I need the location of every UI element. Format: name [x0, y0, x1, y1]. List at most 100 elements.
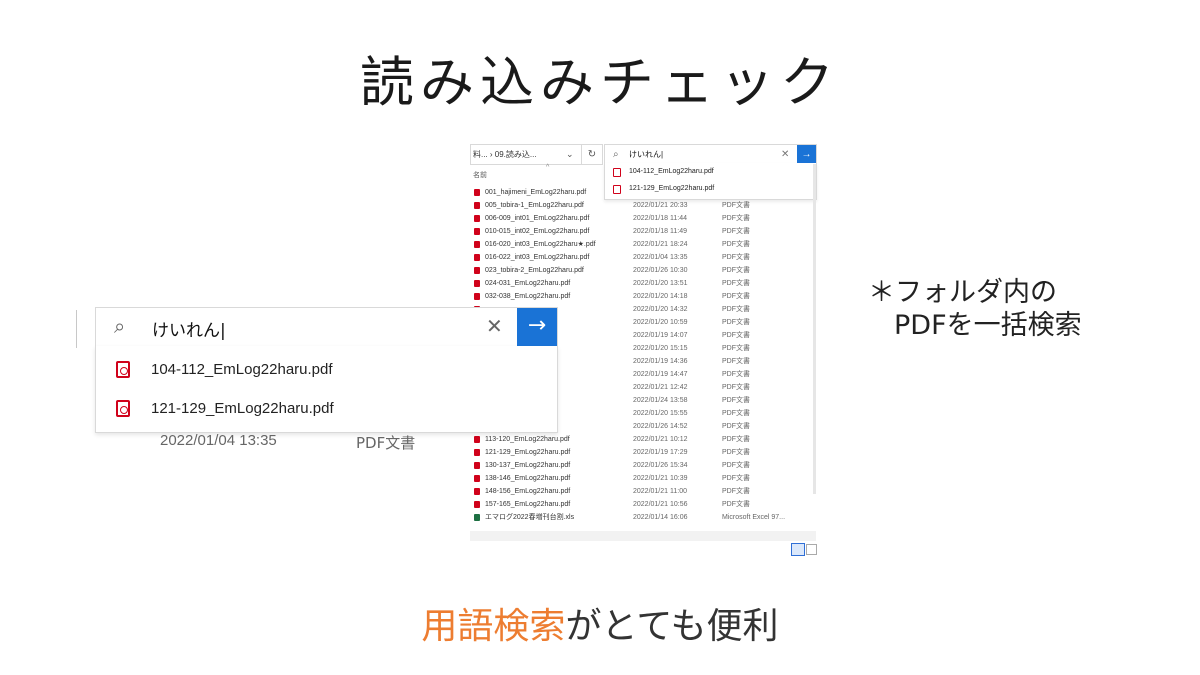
file-date: 2022/01/19 17:29: [633, 449, 688, 456]
file-date: 2022/01/20 15:55: [633, 410, 688, 417]
file-name: 130-137_EmLog22haru.pdf: [485, 462, 571, 469]
file-date: 2022/01/21 12:42: [633, 384, 688, 391]
file-row[interactable]: 023_tobira-2_EmLog22haru.pdf 2022/01/26 1…: [470, 264, 816, 277]
note-line-2: PDFを一括検索: [894, 310, 1082, 341]
close-icon[interactable]: ✕: [486, 314, 503, 338]
file-row[interactable]: 148-156_EmLog22haru.pdf 2022/01/21 11:00 P…: [470, 485, 816, 498]
file-date: 2022/01/26 14:52: [633, 423, 688, 430]
note-line-1: ＊フォルダ内の: [868, 277, 1057, 308]
file-type: PDF文書: [722, 371, 750, 378]
horizontal-scrollbar[interactable]: [470, 531, 816, 541]
zoomed-result-label: 121-129_EmLog22haru.pdf: [151, 400, 334, 417]
close-icon[interactable]: ✕: [781, 145, 789, 164]
file-date: 2022/01/26 15:34: [633, 462, 688, 469]
file-type: PDF文書: [722, 436, 750, 443]
bottom-caption: 用語検索がとても便利: [0, 597, 1200, 649]
column-header-name[interactable]: 名前: [473, 170, 487, 180]
file-date: 2022/01/20 14:18: [633, 293, 688, 300]
file-row[interactable]: 121-129_EmLog22haru.pdf 2022/01/19 17:29 P…: [470, 446, 816, 459]
slide-title: 読み込みチェック: [360, 51, 840, 114]
file-date: 2022/01/24 13:58: [633, 397, 688, 404]
file-date: 2022/01/19 14:47: [633, 371, 688, 378]
file-date: 2022/01/21 20:33: [633, 202, 688, 209]
file-type: PDF文書: [722, 488, 750, 495]
file-name: 010-015_int02_EmLog22haru.pdf: [485, 228, 590, 235]
file-type: PDF文書: [722, 358, 750, 365]
sort-up-icon: ^: [546, 164, 550, 171]
pdf-file-icon: [474, 254, 480, 261]
zoomed-result-label: 104-112_EmLog22haru.pdf: [151, 361, 333, 378]
refresh-icon[interactable]: ↻: [581, 145, 602, 164]
arrow-right-icon[interactable]: →: [517, 308, 557, 346]
caption-highlight: 用語検索: [421, 606, 566, 647]
search-result-label: 121-129_EmLog22haru.pdf: [629, 185, 715, 192]
file-type: PDF文書: [722, 410, 750, 417]
file-type: PDF文書: [722, 332, 750, 339]
zoomed-result-item[interactable]: 121-129_EmLog22haru.pdf: [96, 391, 557, 429]
file-date: 2022/01/26 10:30: [633, 267, 688, 274]
file-row[interactable]: エマログ2022春増刊台割.xls 2022/01/14 16:06 Microso…: [470, 511, 816, 524]
vertical-scrollbar[interactable]: [813, 164, 816, 494]
file-date: 2022/01/21 10:39: [633, 475, 688, 482]
pdf-file-icon: [116, 400, 130, 417]
file-type: PDF文書: [722, 293, 750, 300]
file-type: PDF文書: [722, 319, 750, 326]
arrow-right-icon[interactable]: →: [797, 145, 816, 164]
file-type: PDF文書: [722, 215, 750, 222]
file-name: 006-009_int01_EmLog22haru.pdf: [485, 215, 590, 222]
search-result-label: 104-112_EmLog22haru.pdf: [629, 168, 714, 175]
search-icon: ⌕: [613, 149, 619, 160]
zoomed-search-input[interactable]: けいれん|: [152, 316, 226, 341]
file-row[interactable]: 016-022_int03_EmLog22haru.pdf 2022/01/04 …: [470, 251, 816, 264]
file-row[interactable]: 032-038_EmLog22haru.pdf 2022/01/20 14:18 P…: [470, 290, 816, 303]
explorer-search-box[interactable]: ⌕ けいれん| ✕ →: [604, 144, 817, 165]
search-icon: ⌕: [114, 314, 126, 338]
file-name: 005_tobira-1_EmLog22haru.pdf: [485, 202, 584, 209]
zoomed-result-item[interactable]: 104-112_EmLog22haru.pdf: [96, 352, 557, 390]
divider: [76, 310, 77, 348]
file-name: 016-020_int03_EmLog22haru★.pdf: [485, 241, 596, 248]
large-icons-view-icon[interactable]: [806, 544, 817, 555]
file-date: 2022/01/14 16:06: [633, 514, 688, 521]
file-type: PDF文書: [722, 462, 750, 469]
details-view-icon[interactable]: [791, 543, 805, 556]
side-note: ＊フォルダ内の PDFを一括検索: [868, 276, 1082, 342]
file-type: PDF文書: [722, 254, 750, 261]
file-date: 2022/01/19 14:36: [633, 358, 688, 365]
file-type: PDF文書: [722, 202, 750, 209]
address-bar[interactable]: 料... › 09.読み込... ⌄ ↻: [470, 144, 603, 165]
file-row[interactable]: 138-146_EmLog22haru.pdf 2022/01/21 10:39 P…: [470, 472, 816, 485]
pdf-file-icon: [474, 189, 480, 196]
pdf-file-icon: [474, 215, 480, 222]
file-row[interactable]: 016-020_int03_EmLog22haru★.pdf 2022/01/21…: [470, 238, 816, 251]
file-type: PDF文書: [722, 397, 750, 404]
file-row[interactable]: 024-031_EmLog22haru.pdf 2022/01/20 13:51 P…: [470, 277, 816, 290]
zoomed-search-box[interactable]: ⌕ けいれん| ✕ →: [95, 307, 558, 347]
pdf-file-icon: [474, 488, 480, 495]
file-date: 2022/01/20 13:51: [633, 280, 688, 287]
explorer-search-input[interactable]: けいれん|: [629, 145, 663, 164]
file-name: 001_hajimeni_EmLog22haru.pdf: [485, 189, 587, 196]
file-type: PDF文書: [722, 423, 750, 430]
file-date: 2022/01/21 10:56: [633, 501, 688, 508]
search-result-item[interactable]: 121-129_EmLog22haru.pdf: [605, 180, 816, 197]
zoomed-search-callout: ⌕ けいれん| ✕ → 104-112_EmLog22haru.pdf 121-1…: [76, 306, 560, 452]
file-row[interactable]: 005_tobira-1_EmLog22haru.pdf 2022/01/21 2…: [470, 199, 816, 212]
file-row[interactable]: 006-009_int01_EmLog22haru.pdf 2022/01/18 …: [470, 212, 816, 225]
file-name: 157-165_EmLog22haru.pdf: [485, 501, 571, 508]
file-name: 148-156_EmLog22haru.pdf: [485, 488, 571, 495]
partial-type-text: PDF文書: [356, 434, 416, 452]
file-type: PDF文書: [722, 449, 750, 456]
file-name: 016-022_int03_EmLog22haru.pdf: [485, 254, 590, 261]
pdf-file-icon: [474, 228, 480, 235]
file-row[interactable]: 130-137_EmLog22haru.pdf 2022/01/26 15:34 P…: [470, 459, 816, 472]
file-row[interactable]: 010-015_int02_EmLog22haru.pdf 2022/01/18 …: [470, 225, 816, 238]
chevron-down-icon[interactable]: ⌄: [566, 145, 574, 164]
pdf-file-icon: [474, 475, 480, 482]
search-result-item[interactable]: 104-112_EmLog22haru.pdf: [605, 163, 816, 180]
file-date: 2022/01/21 10:12: [633, 436, 688, 443]
pdf-file-icon: [474, 280, 480, 287]
file-type: PDF文書: [722, 228, 750, 235]
file-row[interactable]: 157-165_EmLog22haru.pdf 2022/01/21 10:56 P…: [470, 498, 816, 511]
file-date: 2022/01/21 11:00: [633, 488, 687, 495]
